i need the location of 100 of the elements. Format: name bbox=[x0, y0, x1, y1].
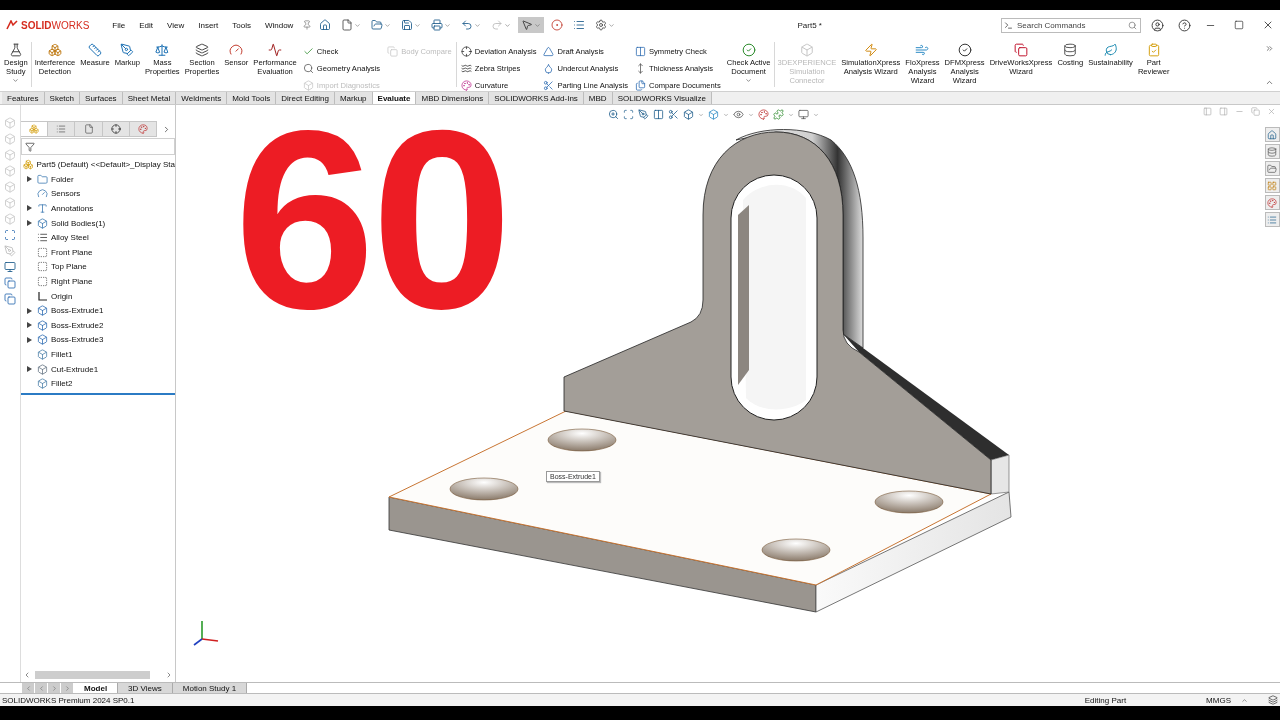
caret-icon[interactable] bbox=[534, 21, 542, 29]
open-folder-icon[interactable] bbox=[371, 19, 384, 31]
caret-icon[interactable] bbox=[474, 21, 482, 29]
tree-item[interactable]: Part5 (Default) <<Default>_Display Sta bbox=[36, 160, 175, 169]
panel-tab[interactable] bbox=[75, 121, 103, 137]
next-button[interactable] bbox=[48, 683, 60, 693]
more-icon[interactable] bbox=[1265, 44, 1274, 53]
expand-arrow-icon[interactable] bbox=[27, 205, 32, 212]
panel-tab[interactable] bbox=[129, 121, 157, 137]
ribbon-tab[interactable]: MBD bbox=[583, 92, 613, 104]
cube-icon[interactable] bbox=[708, 109, 719, 120]
menu-item[interactable]: Tools bbox=[227, 20, 256, 30]
pen-icon[interactable] bbox=[638, 109, 649, 120]
collapse-icon[interactable] bbox=[1265, 78, 1274, 87]
tree-item[interactable]: Front Plane bbox=[51, 247, 93, 257]
menu-item[interactable]: Window bbox=[259, 20, 299, 30]
monitor-icon[interactable] bbox=[4, 261, 16, 273]
scissors-icon[interactable] bbox=[668, 109, 679, 120]
tree-item[interactable]: Top Plane bbox=[51, 262, 87, 272]
search-icon[interactable] bbox=[1128, 20, 1137, 30]
caret-icon[interactable] bbox=[698, 111, 704, 118]
scan-icon[interactable] bbox=[4, 229, 16, 241]
tree-item[interactable]: Solid Bodies(1) bbox=[51, 218, 106, 228]
expand-arrow-icon[interactable] bbox=[27, 366, 32, 372]
tree-item[interactable]: Fillet1 bbox=[51, 349, 73, 359]
scroll-right-icon[interactable] bbox=[165, 671, 173, 679]
caret-icon[interactable] bbox=[608, 21, 616, 29]
close-icon[interactable] bbox=[1262, 19, 1274, 31]
home-button[interactable] bbox=[1264, 127, 1280, 142]
ribbon-tab[interactable]: Sheet Metal bbox=[122, 92, 177, 104]
filter-field[interactable] bbox=[21, 138, 175, 155]
expand-arrow-icon[interactable] bbox=[27, 307, 32, 314]
caret-icon[interactable] bbox=[788, 111, 794, 118]
pointer-icon[interactable] bbox=[521, 19, 534, 31]
expand-arrow-icon[interactable] bbox=[27, 176, 32, 183]
ribbon-tab[interactable]: Evaluate bbox=[372, 92, 417, 104]
caret-icon[interactable] bbox=[723, 111, 729, 118]
units-selector[interactable]: MMGS bbox=[1206, 695, 1231, 705]
views-button[interactable] bbox=[1264, 178, 1280, 193]
caret-icon[interactable] bbox=[384, 21, 392, 29]
tree-item[interactable]: Boss-Extrude2 bbox=[51, 320, 104, 330]
previous-button[interactable] bbox=[35, 683, 47, 693]
ribbon-tab[interactable]: Sketch bbox=[44, 92, 81, 104]
caret-icon[interactable] bbox=[504, 21, 512, 29]
caret-icon[interactable] bbox=[354, 21, 362, 29]
tree-item[interactable]: Right Plane bbox=[51, 276, 93, 286]
library-button[interactable] bbox=[1264, 144, 1280, 159]
first-button[interactable] bbox=[22, 683, 34, 693]
ribbon-tab[interactable]: SOLIDWORKS Visualize bbox=[612, 92, 712, 104]
ribbon-tab[interactable]: Surfaces bbox=[80, 92, 123, 104]
model-tab[interactable]: 3D Views bbox=[118, 683, 173, 693]
menu-item[interactable]: Insert bbox=[193, 20, 224, 30]
section-icon[interactable] bbox=[653, 109, 664, 120]
tree-item[interactable]: Fillet2 bbox=[51, 379, 73, 389]
tree-item[interactable]: Boss-Extrude3 bbox=[51, 335, 104, 345]
redo-icon[interactable] bbox=[491, 19, 504, 31]
help-icon[interactable] bbox=[1178, 18, 1191, 32]
undo-icon[interactable] bbox=[461, 19, 474, 31]
tree-item[interactable]: Alloy Steel bbox=[51, 233, 89, 243]
tree-item[interactable]: Origin bbox=[51, 291, 73, 301]
panel-tab[interactable] bbox=[21, 121, 49, 137]
tree-item[interactable]: Boss-Extrude1 bbox=[51, 306, 104, 316]
folder-button[interactable] bbox=[1264, 161, 1280, 176]
menu-item[interactable]: Edit bbox=[134, 20, 159, 30]
ribbon-tab[interactable]: Direct Editing bbox=[276, 92, 335, 104]
panel-left-icon[interactable] bbox=[1203, 107, 1212, 116]
maximize-icon[interactable] bbox=[1234, 20, 1244, 30]
scroll-left-icon[interactable] bbox=[23, 671, 31, 679]
pin-icon[interactable] bbox=[302, 20, 313, 30]
caret-icon[interactable] bbox=[748, 111, 754, 118]
print-icon[interactable] bbox=[431, 19, 444, 31]
settings-icon[interactable] bbox=[595, 19, 608, 31]
search-field[interactable]: Search Commands bbox=[1001, 17, 1141, 33]
panel-right-icon[interactable] bbox=[1219, 107, 1228, 116]
ribbon-tab[interactable]: Weldments bbox=[176, 92, 228, 104]
palette-icon[interactable] bbox=[758, 109, 769, 120]
last-button[interactable] bbox=[61, 683, 73, 693]
tree-item[interactable]: Folder bbox=[51, 174, 74, 184]
ribbon-tab[interactable]: Mold Tools bbox=[227, 92, 277, 104]
eye-icon[interactable] bbox=[733, 109, 744, 120]
layers-icon[interactable] bbox=[1268, 695, 1278, 705]
caret-icon[interactable] bbox=[414, 21, 422, 29]
cube-icon[interactable] bbox=[683, 109, 694, 120]
list-icon[interactable] bbox=[573, 19, 586, 31]
monitor-icon[interactable] bbox=[798, 109, 809, 120]
copy-icon[interactable] bbox=[4, 293, 16, 305]
properties-button[interactable] bbox=[1264, 212, 1280, 227]
tree-item[interactable]: Annotations bbox=[51, 204, 94, 213]
panel-tab[interactable] bbox=[102, 121, 130, 137]
ribbon-tab[interactable]: Markup bbox=[334, 92, 373, 104]
ribbon-tab[interactable]: SOLIDWORKS Add-Ins bbox=[489, 92, 584, 104]
expand-arrow-icon[interactable] bbox=[27, 220, 32, 227]
new-file-icon[interactable] bbox=[341, 19, 354, 31]
zoom-icon[interactable] bbox=[608, 109, 619, 120]
model-tab[interactable]: Motion Study 1 bbox=[172, 683, 248, 693]
caret-icon[interactable] bbox=[813, 111, 819, 118]
appearance-button[interactable] bbox=[1264, 195, 1280, 210]
home-icon[interactable] bbox=[319, 19, 332, 31]
save-icon[interactable] bbox=[401, 19, 414, 31]
restore-icon[interactable] bbox=[1251, 107, 1260, 116]
